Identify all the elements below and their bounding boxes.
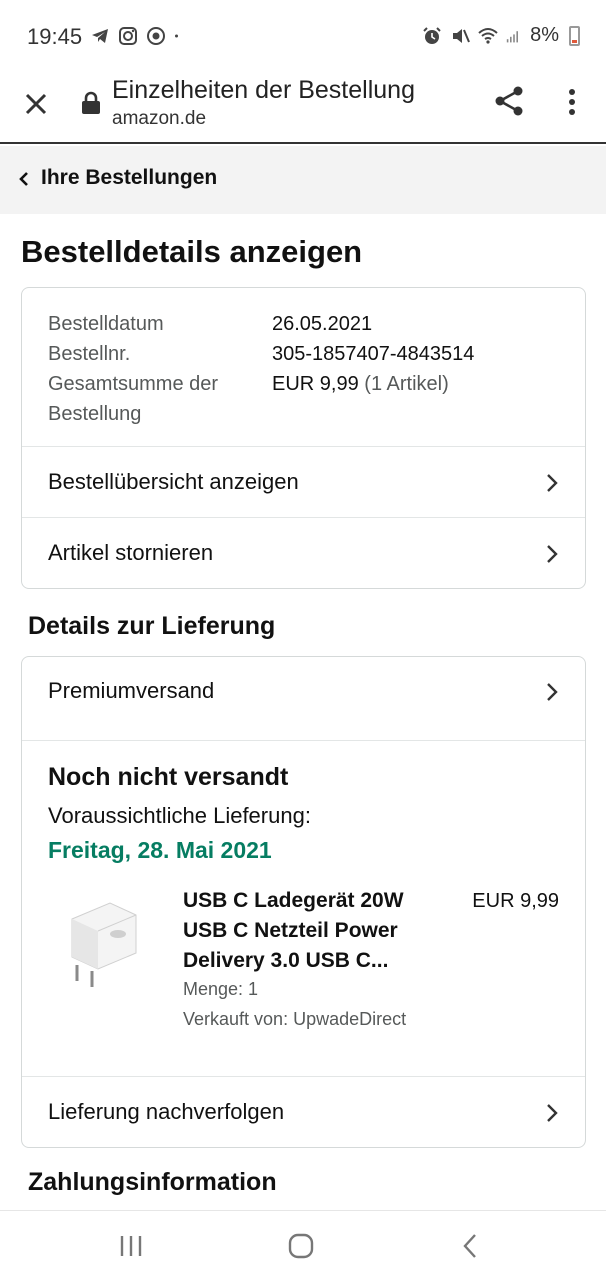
telegram-icon <box>92 29 108 43</box>
order-total-label-line1: Gesamtsumme der <box>48 373 219 395</box>
more-options-icon[interactable] <box>560 86 584 118</box>
battery-icon <box>569 25 580 46</box>
product-title[interactable]: USB C Ladegerät 20W USB C Netzteil Power… <box>183 886 433 976</box>
order-summary-card: Bestelldatum 26.05.2021 Bestellnr. 305-1… <box>21 287 586 589</box>
order-number-value: 305-1857407-4843514 <box>272 343 475 365</box>
chevron-right-icon <box>547 1104 558 1122</box>
shipping-method-row[interactable]: Premiumversand <box>22 657 585 727</box>
order-date-value: 26.05.2021 <box>272 313 373 335</box>
status-bar: 19:45 8% <box>0 0 606 72</box>
track-delivery-label: Lieferung nachverfolgen <box>48 1099 285 1124</box>
recent-apps-icon[interactable] <box>116 1231 146 1261</box>
status-time: 19:45 <box>27 24 83 49</box>
shipment-status: Noch nicht versandt <box>48 763 289 791</box>
signal-icon <box>506 30 519 42</box>
lock-icon[interactable] <box>80 91 102 115</box>
order-total-amount: EUR 9,99 <box>272 373 359 395</box>
view-order-summary-label: Bestellübersicht anzeigen <box>48 469 299 494</box>
browser-page-title[interactable]: Einzelheiten der Bestellung <box>112 76 415 105</box>
page-title: Bestelldetails anzeigen <box>21 234 363 269</box>
breadcrumb[interactable]: Ihre Bestellungen <box>0 146 606 214</box>
chevron-right-icon <box>547 683 558 701</box>
instagram-icon <box>119 27 137 45</box>
battery-level: 8% <box>530 24 559 46</box>
cancel-items-row[interactable]: Artikel stornieren <box>22 519 585 589</box>
browser-toolbar: Einzelheiten der Bestellung amazon.de <box>0 72 606 144</box>
chevron-right-icon <box>547 545 558 563</box>
dot-icon <box>175 34 178 38</box>
chrome-icon <box>147 27 165 45</box>
order-total-items: (1 Artikel) <box>364 373 449 395</box>
product-image[interactable] <box>52 889 150 989</box>
chevron-left-icon <box>19 172 28 186</box>
track-delivery-row[interactable]: Lieferung nachverfolgen <box>22 1078 585 1148</box>
order-total-value: EUR 9,99 (1 Artikel) <box>272 369 449 399</box>
cancel-items-label: Artikel stornieren <box>48 540 214 565</box>
back-icon[interactable] <box>456 1231 486 1261</box>
breadcrumb-label[interactable]: Ihre Bestellungen <box>41 166 217 190</box>
product-quantity: Menge: 1 <box>183 979 259 999</box>
shipping-method-label: Premiumversand <box>48 678 215 703</box>
system-navigation-bar <box>0 1210 606 1280</box>
order-date-label: Bestelldatum <box>48 313 164 335</box>
product-price: EUR 9,99 <box>472 890 559 912</box>
eta-date: Freitag, 28. Mai 2021 <box>48 837 272 863</box>
eta-label: Voraussichtliche Lieferung: <box>48 803 311 828</box>
notification-icons <box>90 26 184 46</box>
chevron-right-icon <box>547 474 558 492</box>
mute-icon <box>453 28 471 43</box>
divider <box>22 1076 585 1077</box>
share-icon[interactable] <box>492 84 526 118</box>
system-icons: 8% <box>422 24 580 47</box>
divider <box>22 517 585 518</box>
delivery-section-title: Details zur Lieferung <box>28 612 276 640</box>
divider <box>22 446 585 447</box>
alarm-icon <box>423 26 441 44</box>
product-seller: Verkauft von: UpwadeDirect <box>183 1009 407 1029</box>
home-icon[interactable] <box>286 1231 316 1261</box>
browser-url[interactable]: amazon.de <box>112 108 206 130</box>
close-icon[interactable] <box>20 88 52 120</box>
wifi-icon <box>478 27 498 44</box>
divider <box>22 740 585 741</box>
view-order-summary-row[interactable]: Bestellübersicht anzeigen <box>22 448 585 518</box>
payment-section-title: Zahlungsinformation <box>28 1168 277 1196</box>
order-number-label: Bestellnr. <box>48 343 131 365</box>
order-total-label-line2: Bestellung <box>48 403 142 425</box>
delivery-card: Premiumversand Noch nicht versandt Vorau… <box>21 656 586 1148</box>
